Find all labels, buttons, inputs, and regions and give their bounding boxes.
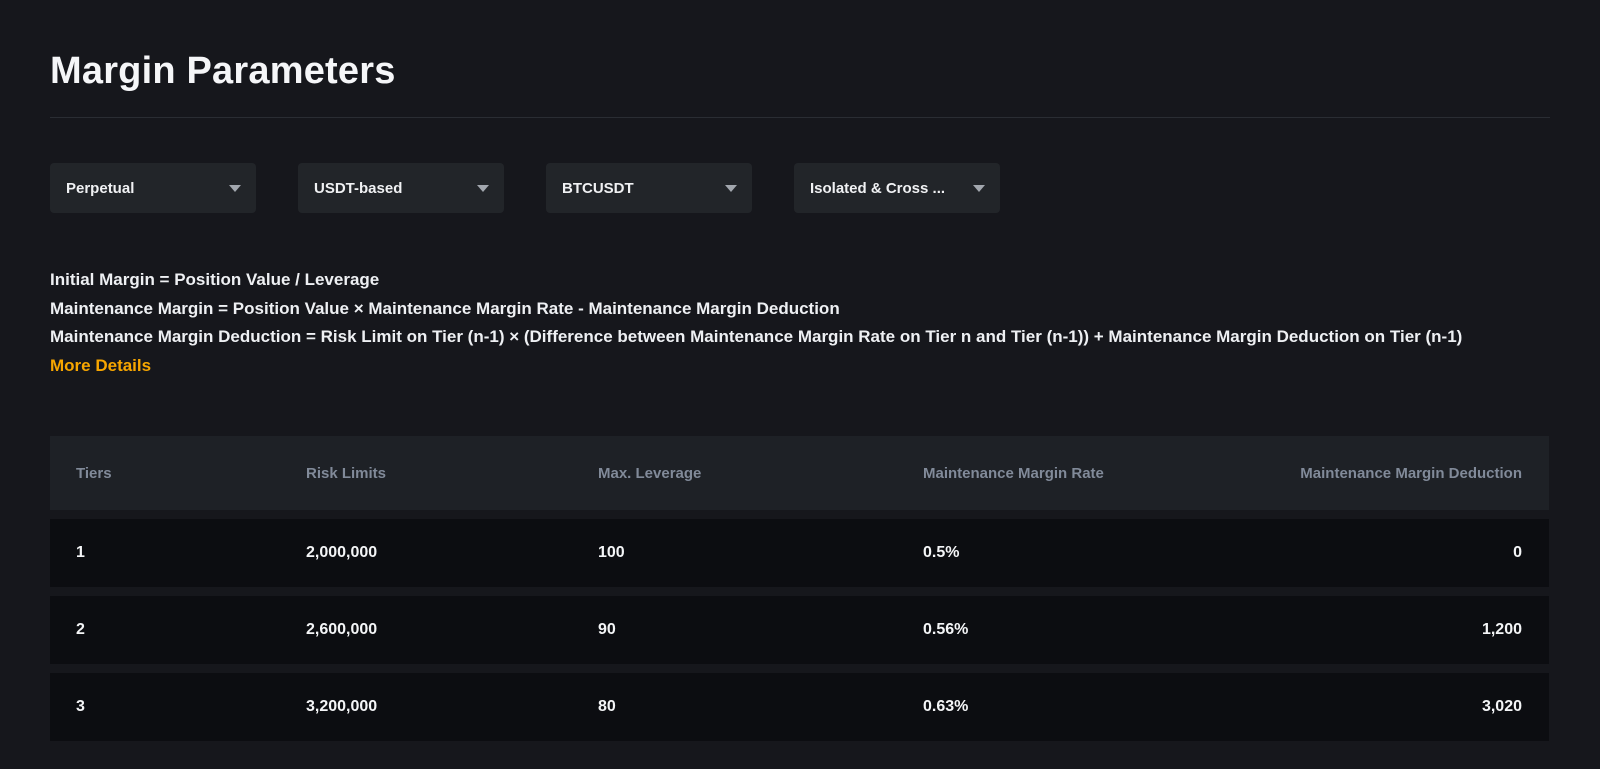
- table-header-row: Tiers Risk Limits Max. Leverage Maintena…: [50, 436, 1549, 510]
- formula-maintenance-margin-deduction: Maintenance Margin Deduction = Risk Limi…: [50, 323, 1555, 352]
- formula-initial-margin: Initial Margin = Position Value / Levera…: [50, 266, 1555, 295]
- table-row: 2 2,600,000 90 0.56% 1,200: [50, 596, 1549, 664]
- symbol-value: BTCUSDT: [562, 180, 634, 197]
- column-header-risk-limits: Risk Limits: [306, 465, 598, 482]
- cell-max-leverage: 80: [598, 698, 923, 716]
- cell-maintenance-margin-deduction: 1,200: [1209, 621, 1549, 639]
- column-header-maintenance-margin-deduction: Maintenance Margin Deduction: [1209, 465, 1549, 482]
- chevron-down-icon: [973, 185, 985, 192]
- cell-tier: 1: [76, 544, 306, 562]
- margin-currency-dropdown[interactable]: USDT-based: [298, 163, 504, 213]
- cell-maintenance-margin-deduction: 3,020: [1209, 698, 1549, 716]
- column-header-maintenance-margin-rate: Maintenance Margin Rate: [923, 465, 1209, 482]
- page-title: Margin Parameters: [50, 50, 1550, 93]
- table-row: 3 3,200,000 80 0.63% 3,020: [50, 673, 1549, 741]
- cell-max-leverage: 100: [598, 544, 923, 562]
- cell-risk-limit: 2,000,000: [306, 544, 598, 562]
- margin-currency-value: USDT-based: [314, 180, 402, 197]
- column-header-tiers: Tiers: [76, 465, 306, 482]
- cell-maintenance-margin-deduction: 0: [1209, 544, 1549, 562]
- cell-risk-limit: 2,600,000: [306, 621, 598, 639]
- column-header-max-leverage: Max. Leverage: [598, 465, 923, 482]
- margin-tiers-table: Tiers Risk Limits Max. Leverage Maintena…: [50, 436, 1549, 741]
- contract-type-dropdown[interactable]: Perpetual: [50, 163, 256, 213]
- contract-type-value: Perpetual: [66, 180, 134, 197]
- margin-mode-dropdown[interactable]: Isolated & Cross ...: [794, 163, 1000, 213]
- chevron-down-icon: [477, 185, 489, 192]
- cell-risk-limit: 3,200,000: [306, 698, 598, 716]
- cell-maintenance-margin-rate: 0.56%: [923, 621, 1209, 639]
- cell-maintenance-margin-rate: 0.63%: [923, 698, 1209, 716]
- chevron-down-icon: [229, 185, 241, 192]
- formula-block: Initial Margin = Position Value / Levera…: [50, 266, 1555, 380]
- cell-tier: 3: [76, 698, 306, 716]
- more-details-link[interactable]: More Details: [50, 352, 151, 381]
- chevron-down-icon: [725, 185, 737, 192]
- filter-bar: Perpetual USDT-based BTCUSDT Isolated & …: [50, 163, 1550, 213]
- cell-max-leverage: 90: [598, 621, 923, 639]
- margin-parameters-page: Margin Parameters Perpetual USDT-based B…: [0, 50, 1600, 741]
- formula-maintenance-margin: Maintenance Margin = Position Value × Ma…: [50, 295, 1555, 324]
- cell-maintenance-margin-rate: 0.5%: [923, 544, 1209, 562]
- cell-tier: 2: [76, 621, 306, 639]
- table-row: 1 2,000,000 100 0.5% 0: [50, 519, 1549, 587]
- margin-mode-value: Isolated & Cross ...: [810, 180, 945, 197]
- symbol-dropdown[interactable]: BTCUSDT: [546, 163, 752, 213]
- divider: [50, 117, 1550, 118]
